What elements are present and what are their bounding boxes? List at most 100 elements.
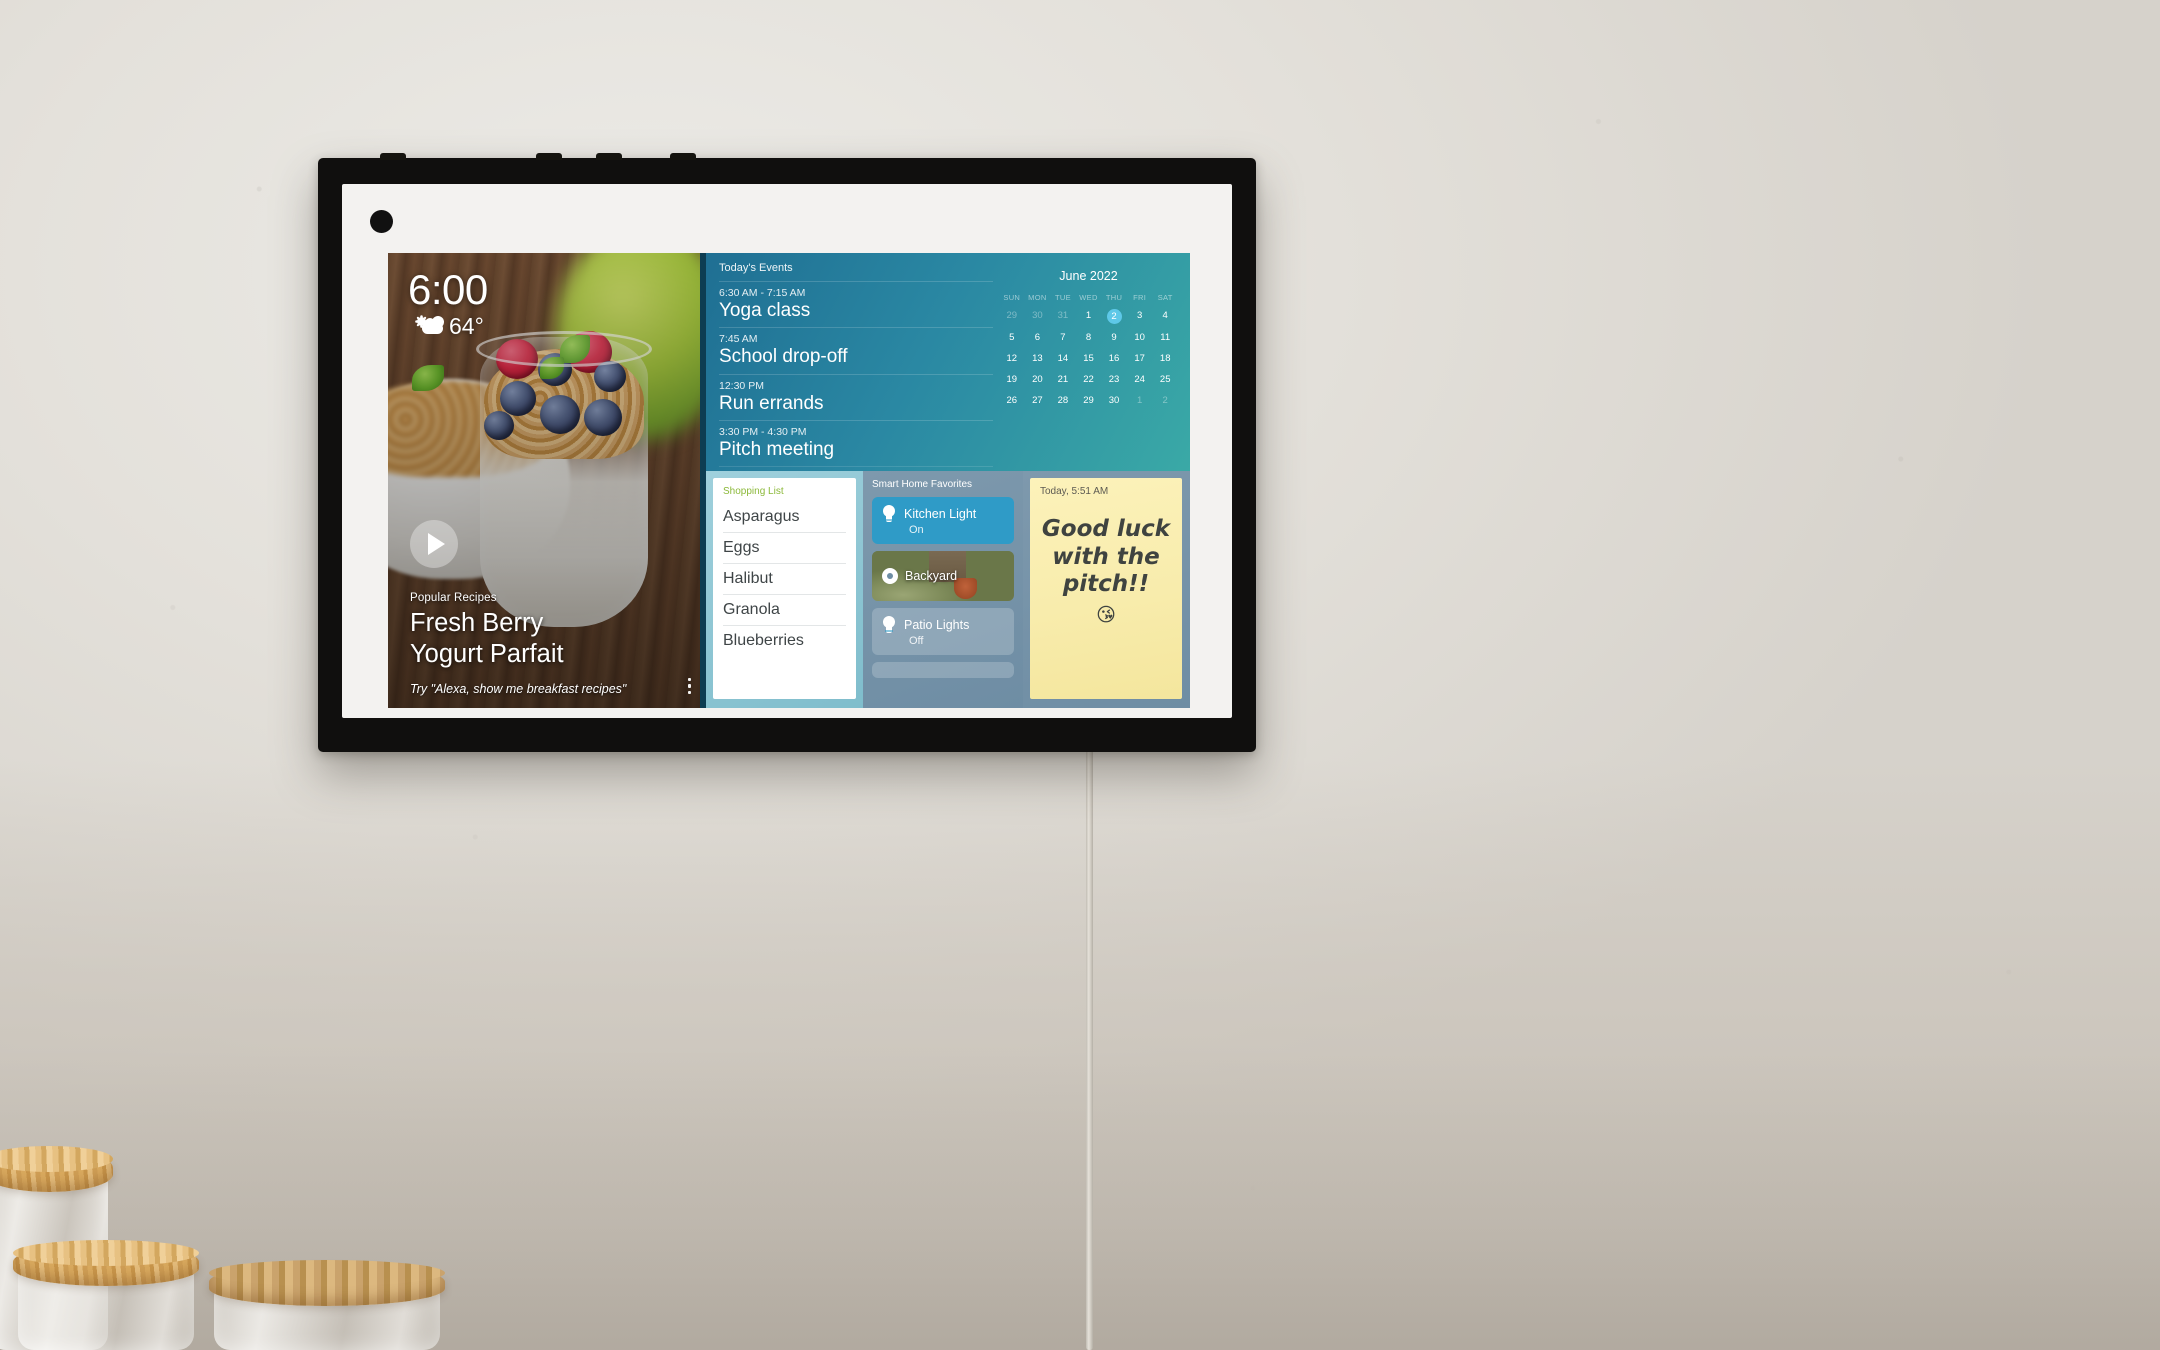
note-line-3: pitch!! xyxy=(1062,571,1150,598)
calendar-day[interactable]: 29 xyxy=(999,309,1025,324)
calendar-day[interactable]: 10 xyxy=(1127,331,1153,345)
calendar-today-highlight: 2 xyxy=(1106,309,1122,324)
cloud-shape xyxy=(422,315,444,334)
kebab-dot xyxy=(687,690,691,694)
calendar-dow: SAT xyxy=(1157,293,1173,302)
calendar-day[interactable]: 11 xyxy=(1152,331,1178,345)
sticky-note-card[interactable]: Today, 5:51 AM Good luck with the pitch!… xyxy=(1030,478,1182,699)
tile-name: Patio Lights xyxy=(904,618,970,632)
calendar-day[interactable]: 30 xyxy=(1025,309,1051,324)
kebab-dot xyxy=(687,684,691,688)
lightbulb-icon xyxy=(882,505,896,523)
shopping-list-item[interactable]: Eggs xyxy=(723,533,846,564)
calendar-day[interactable]: 5 xyxy=(999,331,1025,345)
calendar-day[interactable]: 18 xyxy=(1152,352,1178,366)
smart-home-tile-backyard-camera[interactable]: Backyard xyxy=(872,551,1014,601)
event-time: 3:30 PM - 4:30 PM xyxy=(719,425,807,438)
smart-home-tile-kitchen-light[interactable]: Kitchen Light On xyxy=(872,497,1014,544)
cork-lid-top xyxy=(13,1240,199,1266)
tile-state: Off xyxy=(909,635,924,647)
device-top-button-1[interactable] xyxy=(380,153,406,160)
calendar-day[interactable]: 14 xyxy=(1050,352,1076,366)
calendar-day[interactable]: 1 xyxy=(1127,394,1153,408)
calendar-day[interactable]: 15 xyxy=(1076,352,1102,366)
calendar-dow: WED xyxy=(1079,293,1098,302)
weather-row: 64° xyxy=(408,313,488,340)
calendar-day[interactable]: 22 xyxy=(1076,373,1102,387)
tile-header: Backyard xyxy=(882,568,957,584)
shopping-list-widget[interactable]: Shopping List Asparagus Eggs Halibut Gra… xyxy=(706,471,863,708)
calendar-day[interactable]: 4 xyxy=(1152,309,1178,324)
calendar-day[interactable]: 19 xyxy=(999,373,1025,387)
smart-home-tile-partial[interactable] xyxy=(872,662,1014,678)
calendar-day[interactable]: 23 xyxy=(1101,373,1127,387)
recipe-title-line1: Fresh Berry xyxy=(410,608,544,637)
tile-state: On xyxy=(909,524,924,536)
calendar-day[interactable]: 27 xyxy=(1025,394,1051,408)
calendar-month-label: June 2022 xyxy=(1059,269,1118,283)
calendar-day[interactable]: 12 xyxy=(999,352,1025,366)
calendar-day[interactable]: 17 xyxy=(1127,352,1153,366)
smart-home-widget[interactable]: Smart Home Favorites Kitchen Light On Ba… xyxy=(863,471,1023,708)
tile-header: Patio Lights xyxy=(882,616,1004,634)
glass-jar xyxy=(13,1240,199,1350)
calendar-day[interactable]: 29 xyxy=(1076,394,1102,408)
event-item[interactable]: 12:30 PM Run errands xyxy=(719,373,993,420)
smart-home-tile-patio-lights[interactable]: Patio Lights Off xyxy=(872,608,1014,655)
event-name: Pitch meeting xyxy=(719,438,835,460)
sticky-note-widget[interactable]: Today, 5:51 AM Good luck with the pitch!… xyxy=(1023,471,1190,708)
bulb-base xyxy=(885,627,893,633)
shopping-list-item[interactable]: Granola xyxy=(723,595,846,626)
todays-events-list[interactable]: Today's Events 6:30 AM - 7:15 AM Yoga cl… xyxy=(706,253,993,471)
shopping-list-item[interactable]: Asparagus xyxy=(723,502,846,533)
calendar-dow: FRI xyxy=(1133,293,1147,302)
play-icon xyxy=(428,533,445,555)
clock-weather-widget[interactable]: 6:00 64° xyxy=(408,269,488,340)
calendar-dow: TUE xyxy=(1054,293,1071,302)
camera-icon xyxy=(882,568,898,584)
calendar-day[interactable]: 28 xyxy=(1050,394,1076,408)
camera-icon xyxy=(370,210,393,233)
calendar-day[interactable]: 16 xyxy=(1101,352,1127,366)
calendar-day[interactable]: 8 xyxy=(1076,331,1102,345)
bulb-base xyxy=(885,516,893,522)
event-time: 6:30 AM - 7:15 AM xyxy=(719,287,806,299)
recipe-text-block: Popular Recipes Fresh Berry Yogurt Parfa… xyxy=(410,592,666,696)
calendar-widget[interactable]: June 2022 SUN MON TUE WED THU FRI SAT 29… xyxy=(993,253,1190,471)
shopping-list-item[interactable]: Halibut xyxy=(723,564,846,595)
device-top-button-3[interactable] xyxy=(596,153,622,160)
calendar-day[interactable]: 21 xyxy=(1050,373,1076,387)
play-button[interactable] xyxy=(410,520,458,568)
calendar-day[interactable]: 1 xyxy=(1076,309,1102,324)
smart-home-title: Smart Home Favorites xyxy=(872,479,973,490)
bottom-widgets-strip: Shopping List Asparagus Eggs Halibut Gra… xyxy=(706,471,1190,708)
note-timestamp: Today, 5:51 AM xyxy=(1040,486,1109,497)
cork-lid-top xyxy=(209,1260,445,1286)
shopping-list-card[interactable]: Shopping List Asparagus Eggs Halibut Gra… xyxy=(713,478,856,699)
calendar-day[interactable]: 7 xyxy=(1050,331,1076,345)
kebab-menu-icon[interactable] xyxy=(687,677,691,694)
calendar-day[interactable]: 3 xyxy=(1127,309,1153,324)
calendar-day[interactable]: 6 xyxy=(1025,331,1051,345)
calendar-day[interactable]: 30 xyxy=(1101,394,1127,408)
events-calendar-panel[interactable]: Today's Events 6:30 AM - 7:15 AM Yoga cl… xyxy=(706,253,1190,471)
shopping-list-item[interactable]: Blueberries xyxy=(723,626,846,656)
calendar-day[interactable]: 25 xyxy=(1152,373,1178,387)
calendar-day[interactable]: 2 xyxy=(1152,394,1178,408)
calendar-day[interactable]: 2 xyxy=(1101,309,1127,324)
calendar-day[interactable]: 9 xyxy=(1101,331,1127,345)
event-name: Run errands xyxy=(719,392,824,414)
calendar-day[interactable]: 26 xyxy=(999,394,1025,408)
event-item[interactable]: 3:30 PM - 4:30 PM Pitch meeting xyxy=(719,419,993,466)
event-time: 7:45 AM xyxy=(719,333,758,346)
event-item[interactable]: 7:45 AM School drop-off xyxy=(719,327,993,373)
calendar-day[interactable]: 24 xyxy=(1127,373,1153,387)
device-top-button-2[interactable] xyxy=(536,153,562,160)
device-top-button-4[interactable] xyxy=(670,153,696,160)
sun-behind-cloud-icon xyxy=(416,315,444,337)
calendar-day[interactable]: 20 xyxy=(1025,373,1051,387)
calendar-day[interactable]: 13 xyxy=(1025,352,1051,366)
calendar-dow: SUN xyxy=(1003,293,1021,302)
calendar-day[interactable]: 31 xyxy=(1050,309,1076,324)
event-item[interactable]: 6:30 AM - 7:15 AM Yoga class xyxy=(719,281,993,327)
